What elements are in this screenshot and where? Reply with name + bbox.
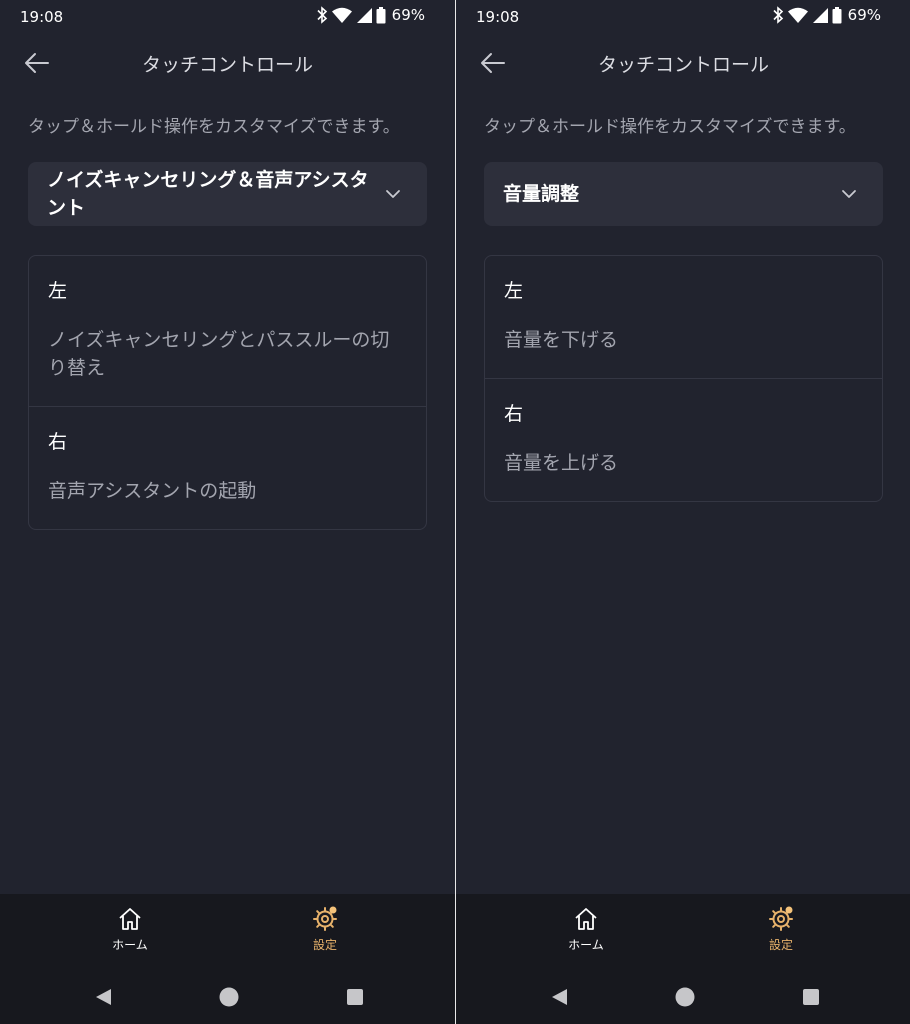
home-circle-icon[interactable]	[670, 982, 700, 1012]
nav-item-settings[interactable]: 設定	[741, 906, 821, 953]
app-bar: タッチコントロール	[456, 40, 910, 86]
status-icons: 69%	[316, 6, 425, 24]
home-icon	[119, 908, 141, 930]
description-text: タップ＆ホールド操作をカスタマイズできます。	[28, 117, 400, 137]
control-row-left[interactable]: 左 ノイズキャンセリングとパススルーの切り替え	[29, 256, 426, 406]
system-navigation	[0, 982, 455, 1012]
nav-item-settings[interactable]: 設定	[285, 906, 365, 953]
cellular-icon	[812, 8, 828, 23]
nav-label-settings: 設定	[312, 938, 337, 952]
cellular-icon	[356, 8, 372, 23]
system-navigation	[456, 982, 910, 1012]
function-dropdown[interactable]: 音量調整	[484, 162, 883, 226]
app-bar: タッチコントロール	[0, 40, 455, 86]
gear-icon	[769, 906, 793, 931]
nav-item-home[interactable]: ホーム	[546, 906, 626, 953]
nav-item-home[interactable]: ホーム	[90, 906, 170, 953]
screen-volume-control: 19:08 69% タッチコントロール タップ＆ホールド操作をカスタマイズできま…	[456, 0, 910, 1024]
dropdown-selected-label: ノイズキャンセリング＆音声アシスタント	[47, 169, 369, 219]
control-side-label: 左	[48, 280, 68, 302]
function-dropdown[interactable]: ノイズキャンセリング＆音声アシスタント	[28, 162, 427, 226]
control-action-text: 音声アシスタントの起動	[48, 480, 257, 502]
control-action-text: ノイズキャンセリングとパススルーの切り替え	[48, 329, 390, 379]
description-text: タップ＆ホールド操作をカスタマイズできます。	[484, 117, 856, 137]
control-side-label: 左	[504, 280, 524, 302]
home-circle-icon[interactable]	[214, 982, 244, 1012]
chevron-down-icon	[386, 190, 400, 198]
battery-percent: 69%	[847, 6, 881, 24]
control-action-text: 音量を下げる	[504, 329, 619, 351]
control-side-label: 右	[504, 403, 524, 425]
nav-label-home: ホーム	[568, 938, 604, 952]
control-action-text: 音量を上げる	[504, 452, 619, 474]
bluetooth-icon	[317, 6, 327, 24]
touch-controls-card: 左 ノイズキャンセリングとパススルーの切り替え 右 音声アシスタントの起動	[28, 255, 427, 530]
page-title: タッチコントロール	[141, 54, 313, 76]
battery-icon	[832, 6, 842, 23]
battery-percent: 69%	[391, 6, 425, 24]
wifi-icon	[331, 7, 352, 23]
chevron-down-icon	[842, 190, 856, 198]
status-icons: 69%	[772, 6, 881, 24]
status-time: 19:08	[20, 8, 64, 26]
status-time: 19:08	[476, 8, 520, 26]
status-bar: 19:08 69%	[0, 0, 455, 32]
back-triangle-icon[interactable]	[544, 982, 574, 1012]
home-icon	[575, 908, 597, 930]
status-bar: 19:08 69%	[456, 0, 910, 32]
wifi-icon	[787, 7, 808, 23]
back-triangle-icon[interactable]	[88, 982, 118, 1012]
nav-label-settings: 設定	[768, 938, 793, 952]
dropdown-selected-label: 音量調整	[503, 183, 580, 205]
battery-icon	[376, 6, 386, 23]
screen-noise-cancel-assistant: 19:08 69% タッチコントロール タップ＆ホールド操作をカスタマイズできま…	[0, 0, 455, 1024]
control-row-left[interactable]: 左 音量を下げる	[485, 256, 882, 378]
recents-square-icon[interactable]	[796, 982, 826, 1012]
nav-label-home: ホーム	[112, 938, 148, 952]
touch-controls-card: 左 音量を下げる 右 音量を上げる	[484, 255, 883, 502]
control-side-label: 右	[48, 431, 68, 453]
gear-icon	[313, 906, 337, 931]
recents-square-icon[interactable]	[340, 982, 370, 1012]
control-row-right[interactable]: 右 音量を上げる	[485, 378, 882, 501]
page-title: タッチコントロール	[597, 54, 769, 76]
control-row-right[interactable]: 右 音声アシスタントの起動	[29, 406, 426, 529]
bluetooth-icon	[773, 6, 783, 24]
